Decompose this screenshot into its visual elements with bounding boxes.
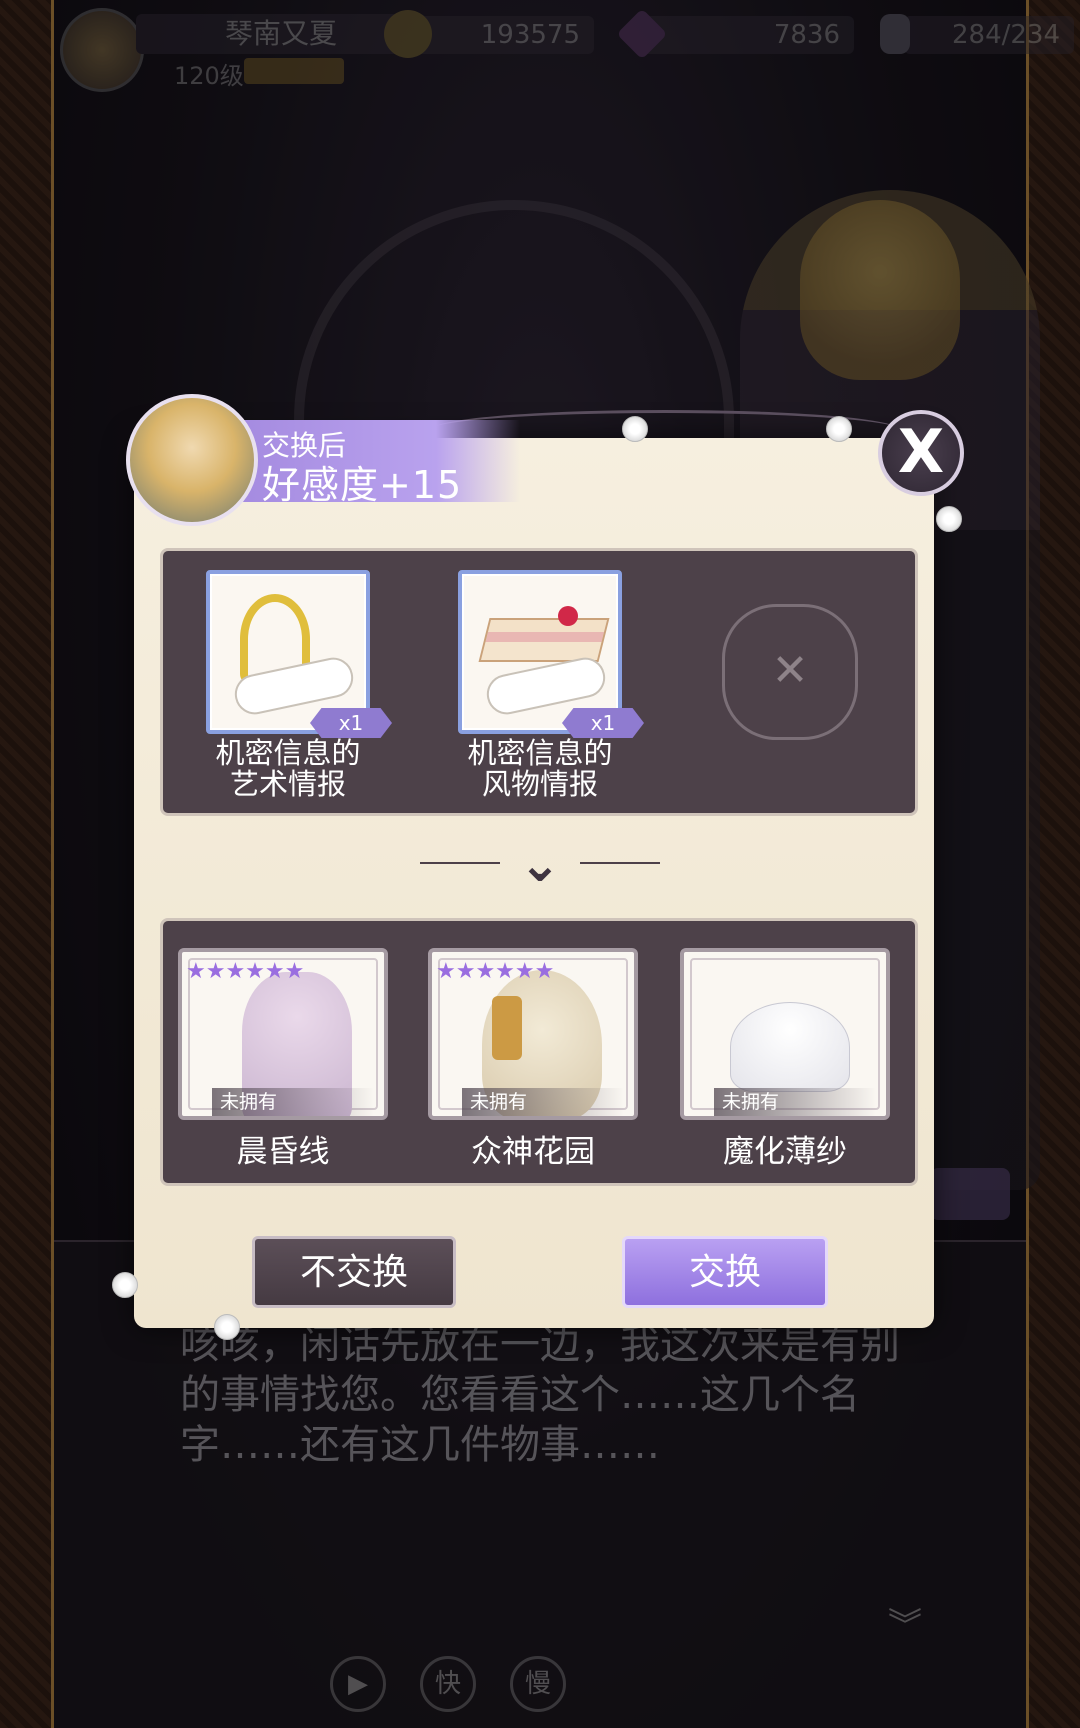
close-icon: X	[897, 417, 945, 487]
cost-item-name-line2: 风物情报	[481, 767, 598, 801]
divider-flourish	[420, 862, 500, 864]
exchange-button[interactable]: 交换	[622, 1236, 828, 1308]
quantity-tag: x1	[562, 708, 644, 738]
cost-item-name-line1: 机密信息的	[467, 736, 613, 770]
reward-card[interactable]: ★★★★★★ 未拥有	[428, 948, 638, 1120]
ownership-status: 未拥有	[212, 1088, 374, 1116]
cake-scroll-icon	[478, 618, 610, 662]
reward-card[interactable]: 未拥有	[680, 948, 890, 1120]
crossed-swords-icon: ✕	[771, 645, 809, 696]
reward-name: 众神花园	[471, 1134, 595, 1170]
close-button[interactable]: X	[878, 410, 964, 496]
exchange-divider: ⌄	[420, 836, 660, 892]
rose-decoration	[826, 416, 852, 442]
ownership-status: 未拥有	[462, 1088, 624, 1116]
veil-icon	[730, 1002, 850, 1092]
cost-item-name: 机密信息的 艺术情报	[206, 738, 370, 800]
hair-ornament-icon	[492, 996, 522, 1060]
berry-icon	[558, 606, 578, 626]
ownership-status: 未拥有	[714, 1088, 876, 1116]
star-rating: ★★★★★★	[186, 959, 305, 984]
cost-item-name-line2: 艺术情报	[229, 767, 346, 801]
reward-item-gods-garden[interactable]: ★★★★★★ 未拥有 众神花园	[428, 948, 638, 1171]
reward-item-demon-veil[interactable]: 未拥有 魔化薄纱	[680, 948, 890, 1171]
rose-decoration	[112, 1272, 138, 1298]
reward-card[interactable]: ★★★★★★ 未拥有	[178, 948, 388, 1120]
reward-name: 魔化薄纱	[723, 1134, 847, 1170]
quantity-tag: x1	[310, 708, 392, 738]
cost-item-name-line1: 机密信息的	[215, 736, 361, 770]
empty-cost-slot: ✕	[722, 604, 858, 740]
reward-item-dusk-line[interactable]: ★★★★★★ 未拥有 晨昏线	[178, 948, 388, 1171]
star-rating: ★★★★★★	[436, 959, 555, 984]
rose-decoration	[622, 416, 648, 442]
cost-item-card[interactable]: x1	[206, 570, 392, 738]
chevron-down-icon: ⌄	[519, 835, 561, 893]
affinity-bonus: 好感度+15	[262, 463, 463, 507]
reward-name: 晨昏线	[236, 1134, 330, 1170]
character-avatar	[126, 394, 258, 526]
cost-item-culture-intel[interactable]: x1 机密信息的 风物情报	[458, 570, 644, 800]
cost-item-name: 机密信息的 风物情报	[458, 738, 622, 800]
cost-item-art-intel[interactable]: x1 机密信息的 艺术情报	[206, 570, 392, 800]
cost-item-card[interactable]: x1	[458, 570, 644, 738]
rose-decoration	[214, 1314, 240, 1340]
decline-button[interactable]: 不交换	[252, 1236, 456, 1308]
rose-decoration	[936, 506, 962, 532]
divider-flourish	[580, 862, 660, 864]
